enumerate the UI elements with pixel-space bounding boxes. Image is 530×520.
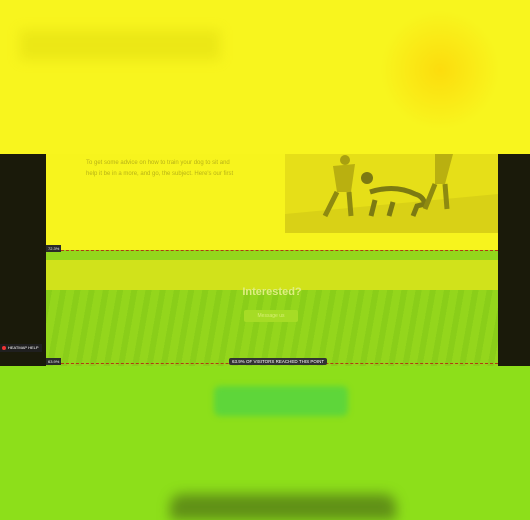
help-icon: [2, 345, 6, 350]
scroll-marker-line-top: [46, 250, 498, 251]
message-us-button[interactable]: Message us: [244, 310, 298, 322]
heatmap-overlay-bottom: [0, 366, 530, 520]
content-section-green: Interested? Message us: [46, 250, 498, 366]
heatmap-help-button[interactable]: HEATMAP HELP: [0, 344, 42, 352]
content-section-yellow: To get some advice on how to train your …: [46, 154, 498, 250]
dog-training-illustration: [285, 154, 498, 233]
left-gutter: [0, 154, 46, 366]
heatmap-overlay-top: [0, 0, 530, 154]
page-content: To get some advice on how to train your …: [46, 154, 498, 366]
heatmap-hotspot: [380, 10, 500, 130]
scroll-marker-label-top: 72.3%: [46, 245, 62, 252]
right-gutter: [498, 154, 530, 366]
blurred-text-area: [20, 30, 220, 60]
blurred-button-area: [214, 386, 348, 416]
body-paragraph: To get some advice on how to train your …: [86, 160, 234, 177]
interested-heading: Interested?: [242, 286, 302, 298]
heatmap-help-label: HEATMAP HELP: [8, 345, 39, 350]
visitors-reached-label: 63.9% OF VISITORS REACHED THIS POINT: [229, 358, 328, 365]
scroll-marker-label-bottom: 63.9%: [46, 358, 62, 365]
blurred-bottom-shadow: [170, 494, 396, 520]
background-trees: [46, 290, 498, 366]
